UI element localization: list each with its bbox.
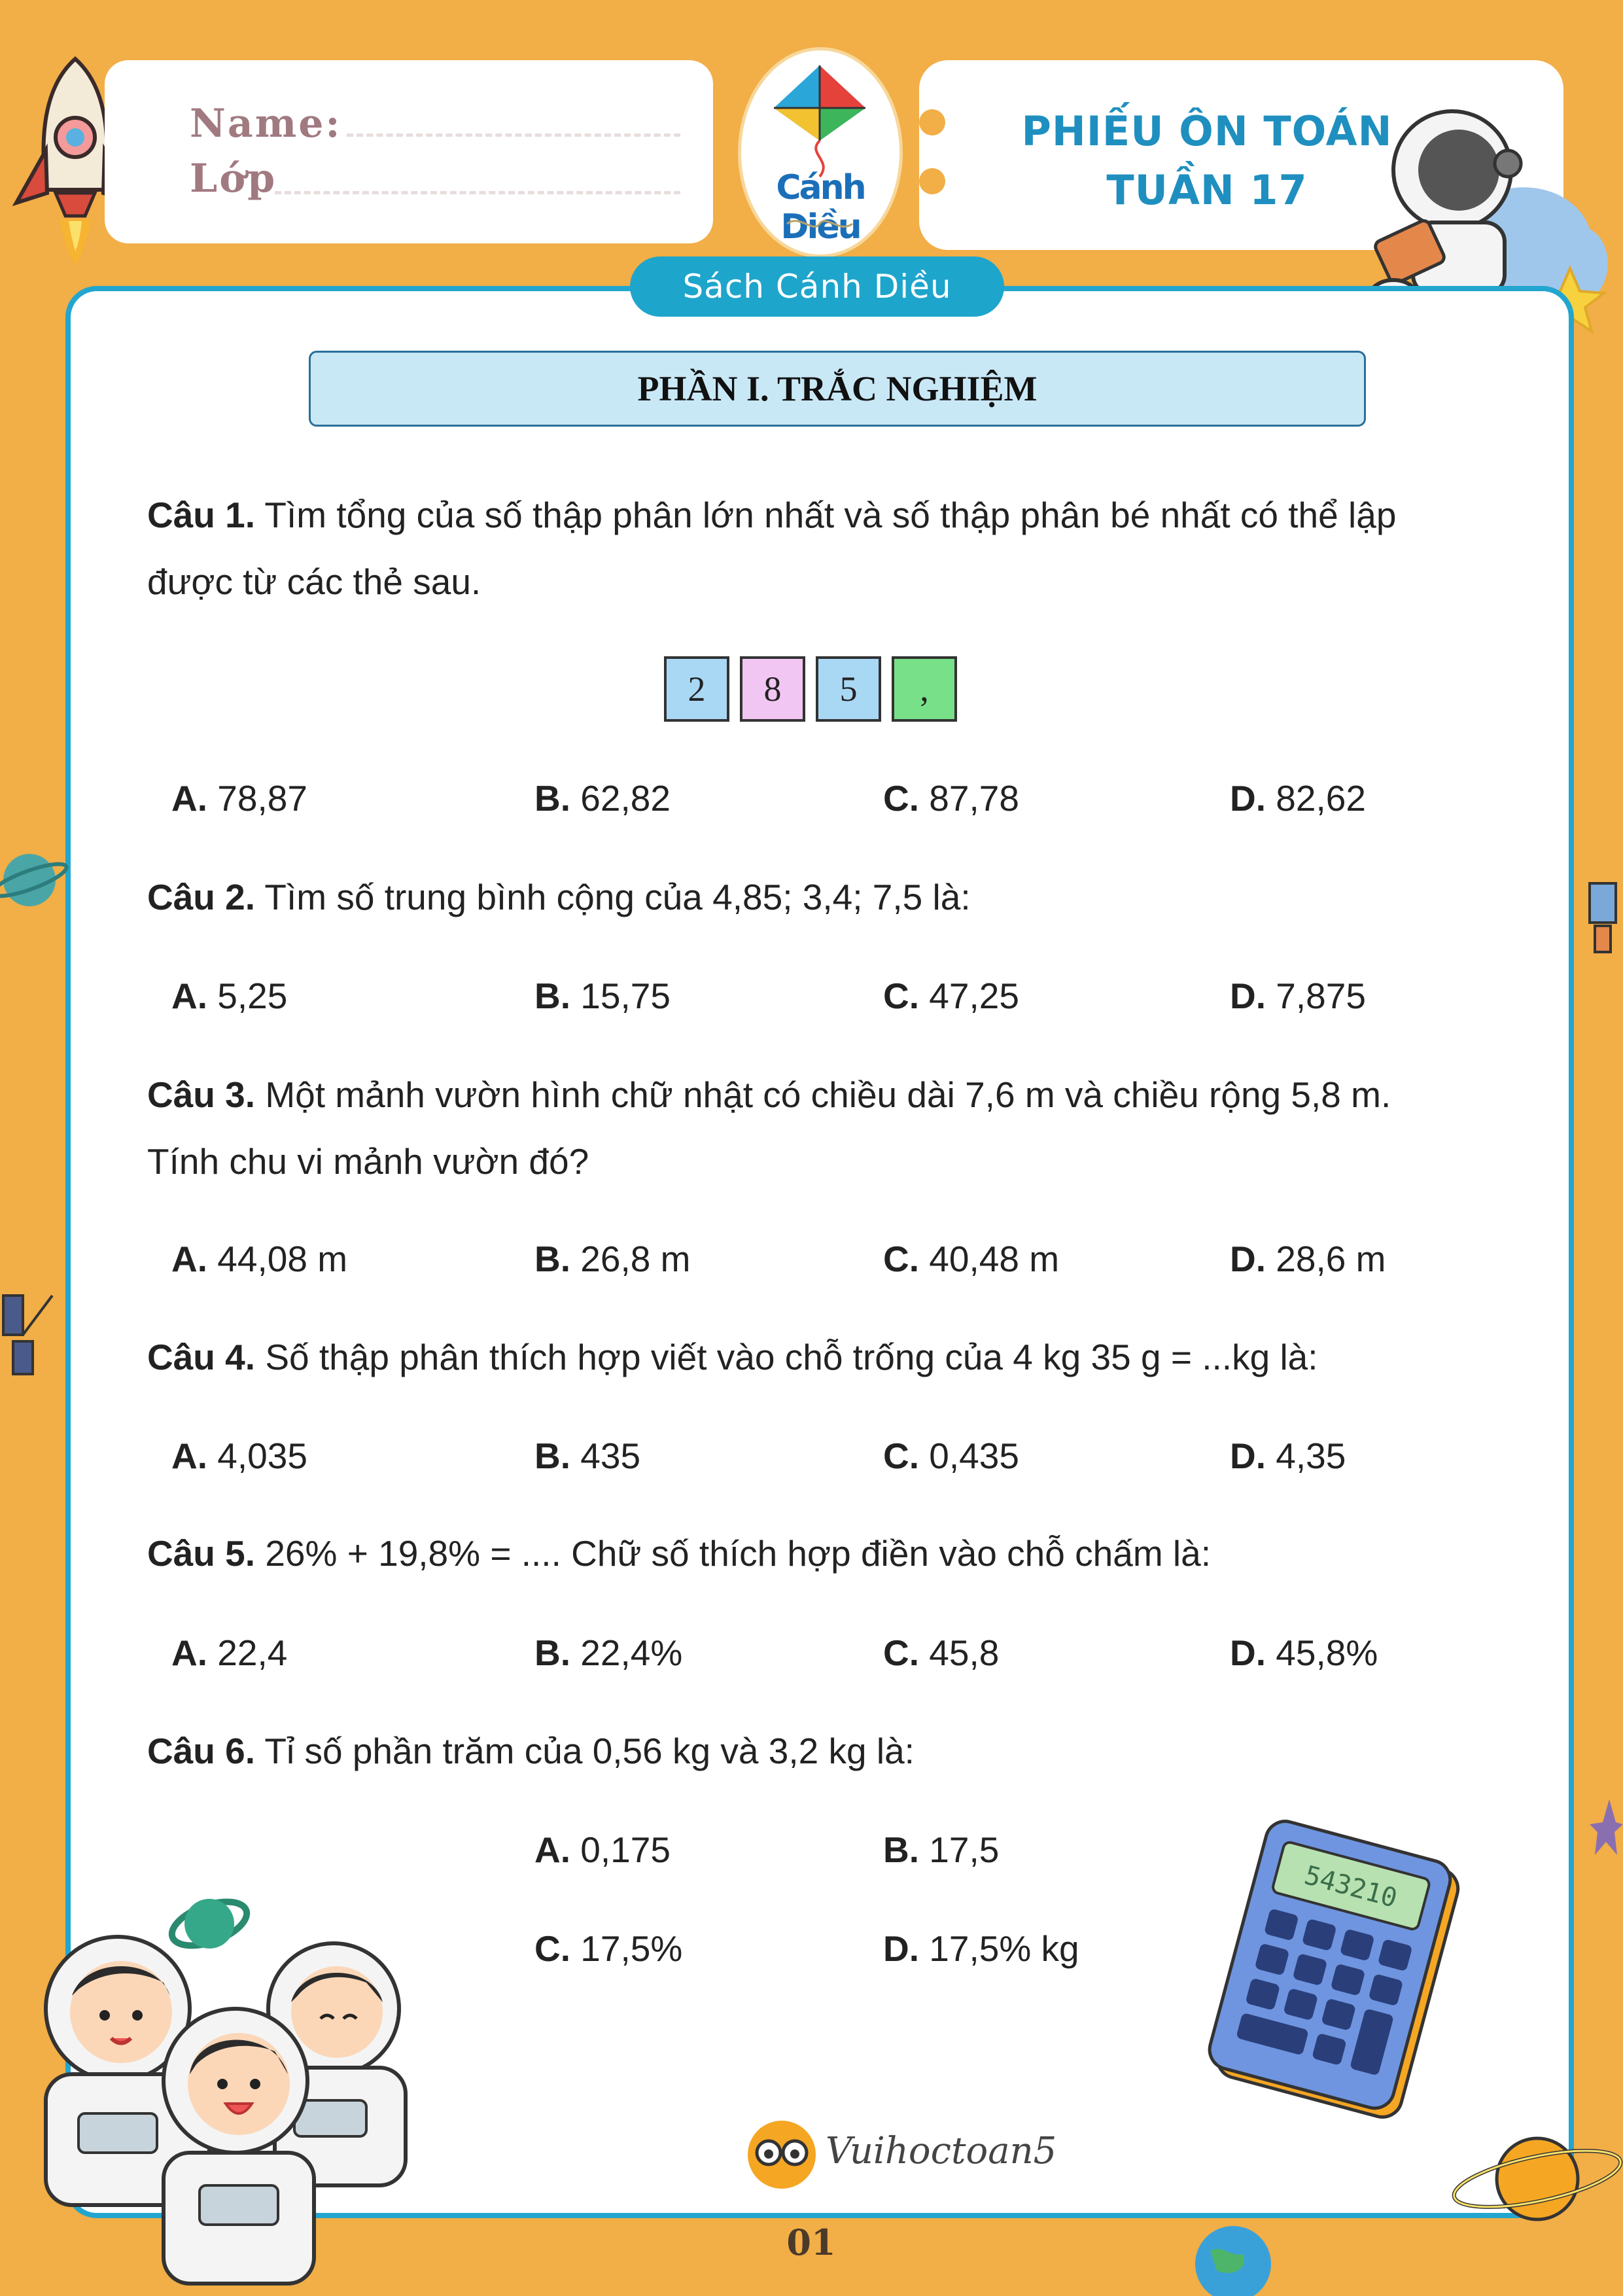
question-label: Câu 2. xyxy=(147,877,256,917)
option-d[interactable]: D. 4,35 xyxy=(1230,1435,1346,1477)
question-label: Câu 1. xyxy=(147,495,256,535)
question-3: Câu 3. Một mảnh vườn hình chữ nhật có ch… xyxy=(147,1061,1495,1195)
question-label: Câu 6. xyxy=(147,1731,256,1771)
brand-logo-text: Vuihoctoan5 xyxy=(826,2130,1057,2172)
option-c[interactable]: C. 40,48 m xyxy=(883,1238,1059,1280)
option-b[interactable]: B. 22,4% xyxy=(534,1632,682,1674)
satellite-icon xyxy=(1588,882,1617,953)
binder-hole xyxy=(919,109,945,135)
option-b[interactable]: B. 15,75 xyxy=(534,975,671,1017)
question-text: Tỉ số phần trăm của 0,56 kg và 3,2 kg là… xyxy=(255,1731,915,1771)
star-icon xyxy=(1590,1799,1623,1855)
astronaut-kids-icon xyxy=(44,1898,408,2286)
calculator-icon: 543210 xyxy=(1208,1820,1460,2119)
number-card: 5 xyxy=(816,656,881,722)
option-c[interactable]: C. 47,25 xyxy=(883,975,1019,1017)
option-a[interactable]: A. 78,87 xyxy=(171,777,307,819)
number-card: 2 xyxy=(664,656,729,722)
question-label: Câu 4. xyxy=(147,1337,256,1377)
planet-icon xyxy=(0,854,69,906)
satellite-icon xyxy=(2,1294,54,1375)
section-heading: PHẦN I. TRẮC NGHIỆM xyxy=(309,351,1366,427)
name-field-line[interactable] xyxy=(347,133,680,137)
option-d[interactable]: D. 7,875 xyxy=(1230,975,1366,1017)
comma-card: , xyxy=(892,656,957,722)
option-a[interactable]: A. 22,4 xyxy=(171,1632,287,1674)
question-2: Câu 2. Tìm số trung bình cộng của 4,85; … xyxy=(147,864,1495,930)
question-text: 26% + 19,8% = .... Chữ số thích hợp điền… xyxy=(255,1533,1211,1574)
name-box: Name: Lớp xyxy=(105,60,713,243)
option-d[interactable]: D. 45,8% xyxy=(1230,1632,1378,1674)
owl-logo-icon xyxy=(748,2121,816,2189)
option-b[interactable]: B. 62,82 xyxy=(534,777,671,819)
ornament-icon xyxy=(786,220,853,228)
question-text: Một mảnh vườn hình chữ nhật có chiều dài… xyxy=(255,1074,1391,1115)
option-d[interactable]: D. 28,6 m xyxy=(1230,1238,1386,1280)
option-c[interactable]: C. 0,435 xyxy=(883,1435,1019,1477)
question-1: Câu 1. Tìm tổng của số thập phân lớn nhấ… xyxy=(147,482,1495,615)
question-text: Tìm số trung bình cộng của 4,85; 3,4; 7,… xyxy=(255,877,971,917)
canh-dieu-logo: Cánh Diều xyxy=(738,47,903,258)
question-text: Tính chu vi mảnh vườn đó? xyxy=(147,1141,589,1182)
question-text: Số thập phân thích hợp viết vào chỗ trốn… xyxy=(255,1337,1318,1377)
option-a[interactable]: A. 0,175 xyxy=(534,1829,671,1871)
ringed-planet-icon xyxy=(1452,2136,1623,2221)
page-number: 01 xyxy=(786,2221,836,2263)
question-6: Câu 6. Tỉ số phần trăm của 0,56 kg và 3,… xyxy=(147,1718,1495,1784)
question-label: Câu 3. xyxy=(147,1074,256,1115)
kite-brand-text: Cánh Diều xyxy=(776,168,866,247)
option-d[interactable]: D. 17,5% kg xyxy=(883,1928,1079,1969)
class-label: Lớp xyxy=(190,156,277,202)
option-a[interactable]: A. 5,25 xyxy=(171,975,287,1017)
option-b[interactable]: B. 435 xyxy=(534,1435,640,1477)
question-text: được từ các thẻ sau. xyxy=(147,561,481,602)
option-a[interactable]: A. 44,08 m xyxy=(171,1238,347,1280)
question-4: Câu 4. Số thập phân thích hợp viết vào c… xyxy=(147,1324,1495,1390)
class-field-line[interactable] xyxy=(275,191,680,194)
option-c[interactable]: C. 17,5% xyxy=(534,1928,682,1969)
option-c[interactable]: C. 87,78 xyxy=(883,777,1019,819)
option-b[interactable]: B. 26,8 m xyxy=(534,1238,690,1280)
question-5: Câu 5. 26% + 19,8% = .... Chữ số thích h… xyxy=(147,1520,1495,1587)
option-b[interactable]: B. 17,5 xyxy=(883,1829,999,1871)
number-card: 8 xyxy=(740,656,805,722)
question-label: Câu 5. xyxy=(147,1533,256,1574)
binder-hole xyxy=(919,168,945,194)
kite-icon xyxy=(774,65,865,178)
question-text: Tìm tổng của số thập phân lớn nhất và số… xyxy=(255,495,1397,535)
option-d[interactable]: D. 82,62 xyxy=(1230,777,1366,819)
name-label: Name: xyxy=(190,101,342,147)
earth-icon xyxy=(1195,2226,1271,2296)
book-series-pill: Sách Cánh Diều xyxy=(630,256,1004,317)
option-a[interactable]: A. 4,035 xyxy=(171,1435,307,1477)
option-c[interactable]: C. 45,8 xyxy=(883,1632,999,1674)
